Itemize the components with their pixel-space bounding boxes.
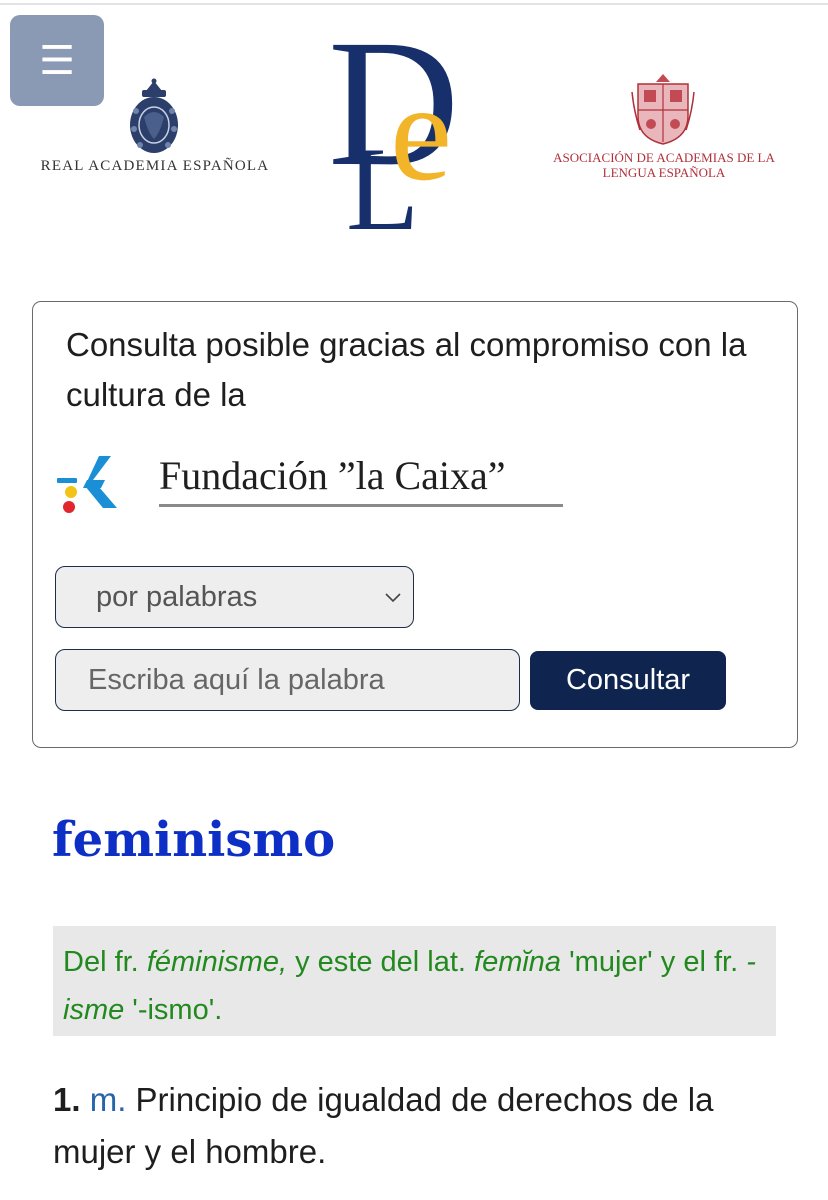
search-mode-value: por palabras (96, 581, 258, 613)
dle-letter-e: e (390, 55, 452, 210)
etymology-text: y este del lat. (287, 946, 475, 978)
etymology-text: Del fr. (63, 946, 147, 978)
rae-crest-icon (130, 78, 178, 153)
rae-name: REAL ACADEMIA ESPAÑOLA (40, 158, 270, 174)
asale-name-line2: LENGUA ESPAÑOLA (602, 165, 726, 180)
la-caixa-underline (159, 504, 563, 507)
etymology-text: 'mujer' y el fr. (561, 946, 747, 978)
la-caixa-name: Fundación ”la Caixa” (159, 453, 506, 498)
asale-name-line1: ASOCIACIÓN DE ACADEMIAS DE LA (553, 150, 775, 165)
etymology-word[interactable]: féminisme, (147, 946, 287, 978)
rae-logo[interactable]: REAL ACADEMIA ESPAÑOLA (30, 75, 280, 185)
sponsor-search-panel: Consulta posible gracias al compromiso c… (32, 301, 798, 748)
definition-number: 1. (53, 1081, 81, 1118)
asale-logo[interactable]: ASOCIACIÓN DE ACADEMIAS DE LA LENGUA ESP… (546, 70, 782, 190)
la-caixa-star-icon (57, 456, 117, 513)
asale-name: ASOCIACIÓN DE ACADEMIAS DE LA LENGUA ESP… (546, 150, 782, 180)
asale-crest-icon (631, 74, 695, 145)
consultar-button[interactable]: Consultar (530, 651, 726, 710)
top-divider (0, 3, 828, 5)
definition-1: 1. m. Principio de igualdad de derechos … (53, 1074, 793, 1178)
search-input[interactable] (55, 649, 520, 711)
etymology-word[interactable]: femĭna (474, 946, 561, 978)
etymology-box: Del fr. féminisme, y este del lat. femĭn… (53, 926, 776, 1036)
etymology-text: '-ismo'. (124, 994, 223, 1026)
chevron-down-icon (385, 593, 401, 603)
grammar-abbreviation[interactable]: m. (90, 1081, 127, 1118)
entry-headword: feminismo (52, 812, 336, 868)
search-mode-select[interactable]: por palabras (55, 566, 414, 628)
definition-text: Principio de igualdad de derechos de la … (53, 1081, 714, 1170)
la-caixa-logo[interactable]: Fundación ”la Caixa” (53, 448, 573, 518)
dle-logo[interactable]: D L e (326, 14, 486, 234)
sponsor-text: Consulta posible gracias al compromiso c… (66, 326, 747, 413)
